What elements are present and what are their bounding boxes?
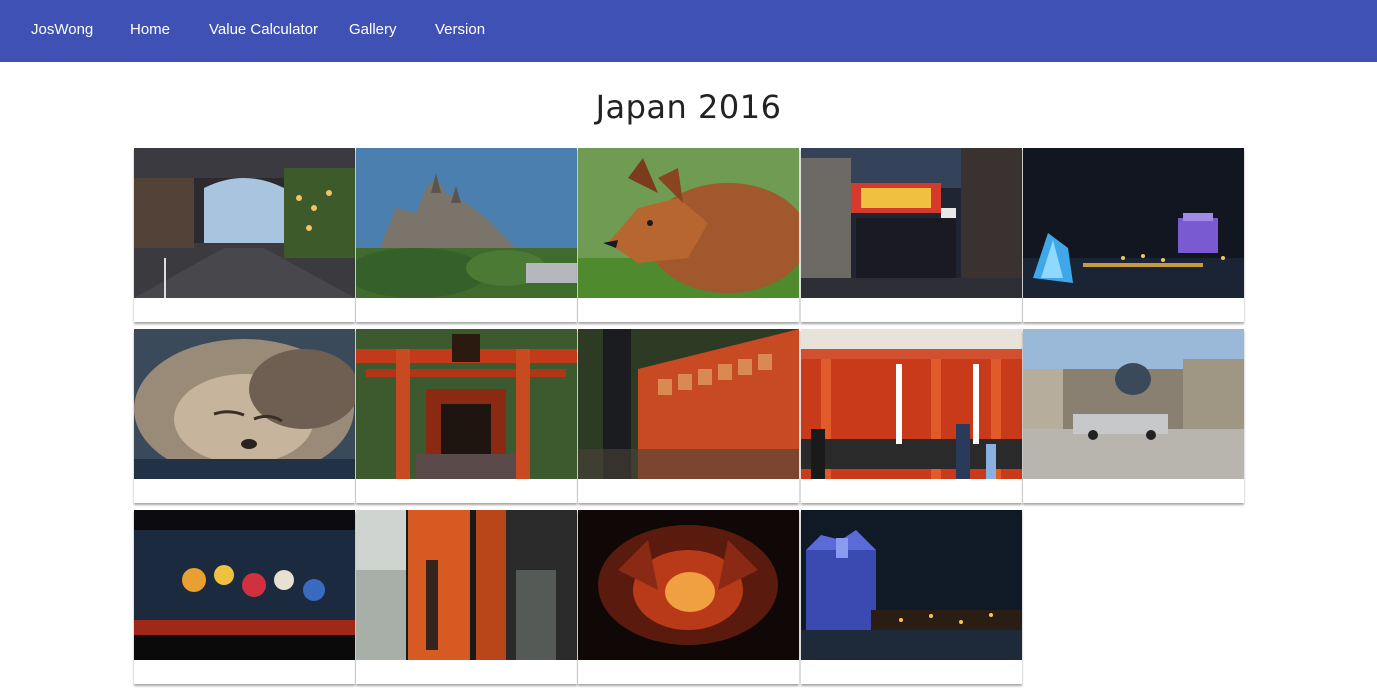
dragon-ride-image: [578, 510, 799, 660]
photo-card[interactable]: [801, 148, 1022, 322]
shrine-plaques-image: [578, 329, 799, 479]
torii-gate-image: [356, 329, 577, 479]
photo-card[interactable]: [1023, 148, 1244, 322]
photo-thumbnail: [356, 148, 577, 298]
nav-brand-link[interactable]: JosWong: [31, 0, 93, 62]
photo-thumbnail: [1023, 329, 1244, 479]
photo-card[interactable]: [801, 329, 1022, 503]
photo-card[interactable]: [578, 329, 799, 503]
photo-thumbnail: [356, 510, 577, 660]
nav-link-home[interactable]: Home: [130, 0, 170, 62]
photo-thumbnail: [578, 510, 799, 660]
plaza-car-image: [1023, 329, 1244, 479]
street-arcade-image: [134, 148, 355, 298]
photo-card[interactable]: [134, 148, 355, 322]
night-street-image: [801, 148, 1022, 298]
page-title: Japan 2016: [595, 88, 782, 126]
night-harbor-image: [1023, 148, 1244, 298]
photo-card[interactable]: [356, 329, 577, 503]
photo-card[interactable]: [801, 510, 1022, 684]
shrine-hall-image: [801, 329, 1022, 479]
photo-card[interactable]: [578, 510, 799, 684]
photo-thumbnail: [134, 510, 355, 660]
photo-thumbnail: [578, 148, 799, 298]
torii-pillar-image: [356, 510, 577, 660]
castle-image: [356, 148, 577, 298]
photo-card[interactable]: [1023, 329, 1244, 503]
photo-thumbnail: [801, 510, 1022, 660]
photo-thumbnail: [801, 148, 1022, 298]
photo-thumbnail: [134, 329, 355, 479]
night-castle-image: [801, 510, 1022, 660]
photo-card[interactable]: [578, 148, 799, 322]
photo-thumbnail: [134, 148, 355, 298]
photo-card[interactable]: [134, 329, 355, 503]
top-navbar: JosWong Home Value Calculator Gallery Ve…: [0, 0, 1377, 62]
photo-card[interactable]: [356, 510, 577, 684]
nav-link-value-calculator[interactable]: Value Calculator: [209, 0, 318, 62]
nav-link-version[interactable]: Version: [435, 0, 485, 62]
photo-card[interactable]: [356, 148, 577, 322]
sleeping-fox-image: [134, 329, 355, 479]
photo-card[interactable]: [134, 510, 355, 684]
photo-thumbnail: [356, 329, 577, 479]
photo-thumbnail: [1023, 148, 1244, 298]
photo-thumbnail: [578, 329, 799, 479]
photo-thumbnail: [801, 329, 1022, 479]
fox-image: [578, 148, 799, 298]
nav-link-gallery[interactable]: Gallery: [349, 0, 397, 62]
stage-show-image: [134, 510, 355, 660]
